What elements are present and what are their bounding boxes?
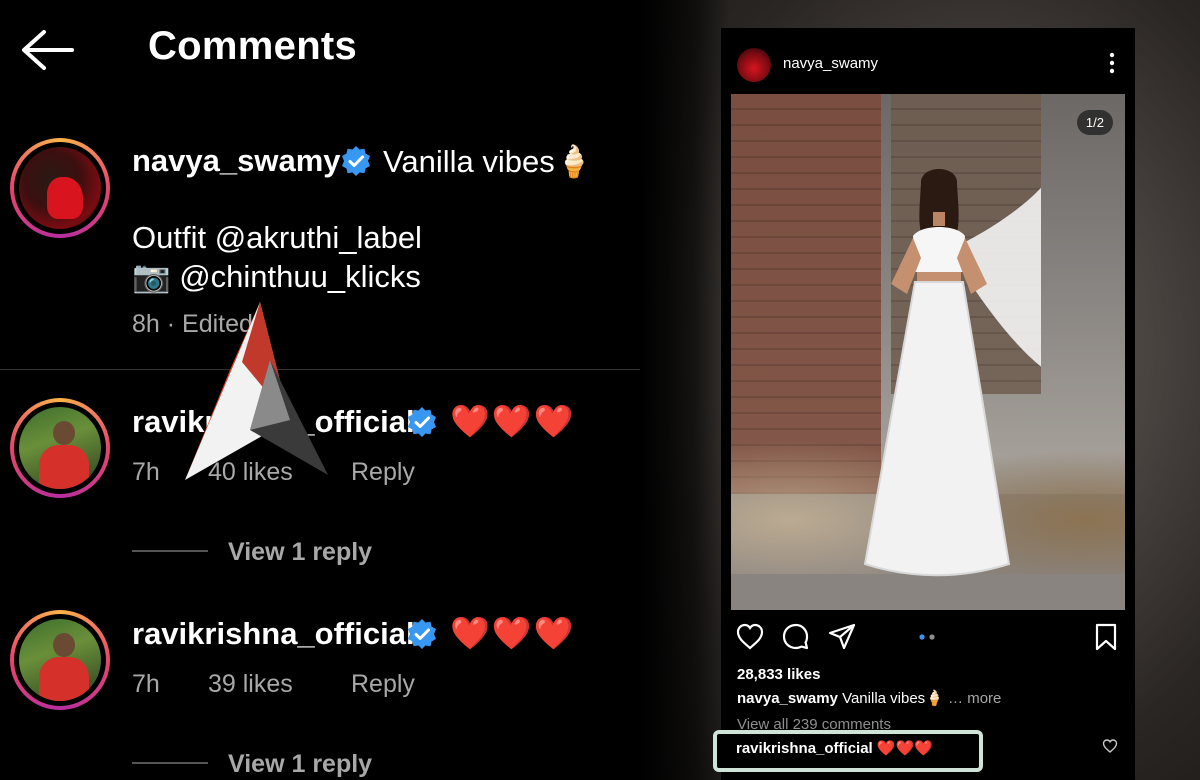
avatar[interactable] [10, 138, 110, 238]
post-view: navya_swamy 1/2 28,833 likes navya_swamy… [721, 28, 1135, 780]
divider [0, 369, 660, 370]
avatar[interactable] [10, 610, 110, 710]
post-caption: navya_swamy Vanilla vibes🍦 … more [737, 689, 1001, 707]
caption-more-link[interactable]: … more [948, 690, 1001, 707]
verified-badge-icon [408, 619, 436, 649]
page-title: Comments [148, 24, 358, 68]
share-icon[interactable] [827, 622, 857, 652]
view-replies-button[interactable]: View 1 reply [228, 750, 372, 779]
comment-hearts: ❤️❤️❤️ [450, 403, 576, 439]
reply-button[interactable]: Reply [351, 458, 415, 487]
post-actions [721, 622, 1135, 652]
image-counter: 1/2 [1076, 110, 1113, 135]
save-bookmark-icon[interactable] [1091, 622, 1121, 652]
comment-time: 7h [132, 458, 160, 486]
highlighted-comment-hearts: ❤️❤️❤️ [876, 740, 933, 757]
view-replies-button[interactable]: View 1 reply [228, 538, 372, 567]
verified-badge-icon [342, 146, 370, 176]
post-photo-subject [863, 169, 1041, 577]
highlighted-comment[interactable]: ravikrishna_official ❤️❤️❤️ [736, 739, 933, 757]
verified-badge-icon [408, 407, 436, 437]
comment-text-line3: 📷 @chinthuu_klicks [132, 259, 421, 294]
avatar[interactable] [10, 398, 110, 498]
carousel-dots-icon [919, 634, 935, 640]
comment-likes[interactable]: 39 likes [208, 670, 293, 699]
post-username[interactable]: navya_swamy [783, 55, 878, 72]
post-image[interactable]: 1/2 [731, 94, 1125, 610]
comment-time: 7h [132, 670, 160, 698]
avatar[interactable] [737, 48, 771, 82]
watermark-logo [185, 302, 328, 480]
comment-icon[interactable] [781, 622, 811, 652]
back-arrow-icon[interactable] [20, 28, 74, 72]
comment-username[interactable]: navya_swamy [132, 143, 341, 179]
likes-count[interactable]: 28,833 likes [737, 666, 820, 683]
comment-like-heart-icon[interactable] [1102, 738, 1118, 754]
reply-button[interactable]: Reply [351, 670, 415, 699]
comment-text-line2: Outfit @akruthi_label [132, 220, 422, 255]
comment-hearts: ❤️❤️❤️ [450, 615, 576, 651]
caption-text: Vanilla vibes🍦 [842, 690, 944, 707]
like-heart-icon[interactable] [735, 622, 765, 652]
more-options-icon[interactable] [1109, 52, 1115, 74]
reply-line [132, 762, 208, 764]
comment-username[interactable]: ravikrishna_official [132, 616, 415, 652]
highlighted-comment-username[interactable]: ravikrishna_official [736, 740, 873, 757]
caption-username[interactable]: navya_swamy [737, 690, 838, 707]
reply-line [132, 550, 208, 552]
comment-text: Vanilla vibes🍦 [383, 144, 594, 179]
comments-screen: Comments navya_swamy Vanilla vibes🍦 Outf… [0, 0, 660, 780]
